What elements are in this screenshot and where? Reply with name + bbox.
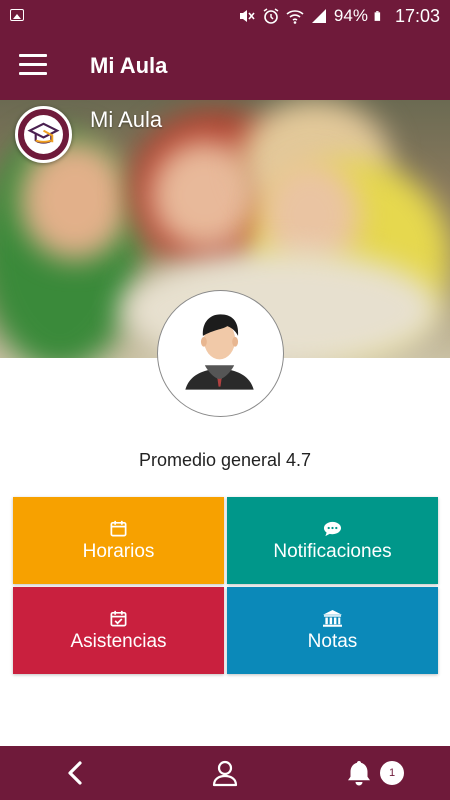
app-title: Mi Aula <box>90 53 168 78</box>
asistencias-button[interactable]: Asistencias <box>13 587 224 674</box>
average-grade-text: Promedio general 4.7 <box>138 450 312 470</box>
asistencias-label: Asistencias <box>70 631 167 652</box>
horarios-button[interactable]: Horarios <box>13 497 224 584</box>
bell-icon[interactable] <box>345 759 373 787</box>
hero-title: Mi Aula <box>90 107 163 132</box>
gallery-notification-icon <box>10 9 24 21</box>
clock: 17:03 <box>394 5 440 26</box>
wifi-icon <box>286 10 304 24</box>
user-profile-icon[interactable] <box>211 759 239 787</box>
graduation-cap-icon <box>27 122 60 144</box>
status-bar: 94% 17:03 <box>0 0 450 33</box>
battery-percent: 94% <box>333 6 368 25</box>
alarm-icon <box>263 8 279 24</box>
status-icons: 94% 17:03 <box>238 5 440 27</box>
notification-badge: 1 <box>380 761 404 785</box>
horarios-label: Horarios <box>82 541 155 562</box>
notas-label: Notas <box>307 631 358 652</box>
signal-icon <box>311 9 326 23</box>
notificaciones-button[interactable]: Notificaciones <box>227 497 438 584</box>
mute-icon <box>239 10 255 22</box>
user-avatar[interactable] <box>157 290 284 417</box>
app-bar: Mi Aula <box>0 33 450 100</box>
notificaciones-label: Notificaciones <box>273 541 392 562</box>
calendar-check-icon <box>110 610 127 627</box>
average-grade: Promedio general 4.7 <box>0 450 450 471</box>
user-icon <box>185 314 254 390</box>
school-logo <box>15 106 72 163</box>
bank-icon <box>323 609 342 627</box>
battery-icon <box>374 11 381 21</box>
notas-button[interactable]: Notas <box>227 587 438 674</box>
comment-icon <box>323 521 342 537</box>
screen: 94% 17:03 Mi Aula Mi Aula Promedio gener… <box>0 0 450 800</box>
menu-icon[interactable] <box>19 54 47 76</box>
calendar-icon <box>110 520 127 537</box>
back-arrow-icon[interactable] <box>62 759 90 787</box>
